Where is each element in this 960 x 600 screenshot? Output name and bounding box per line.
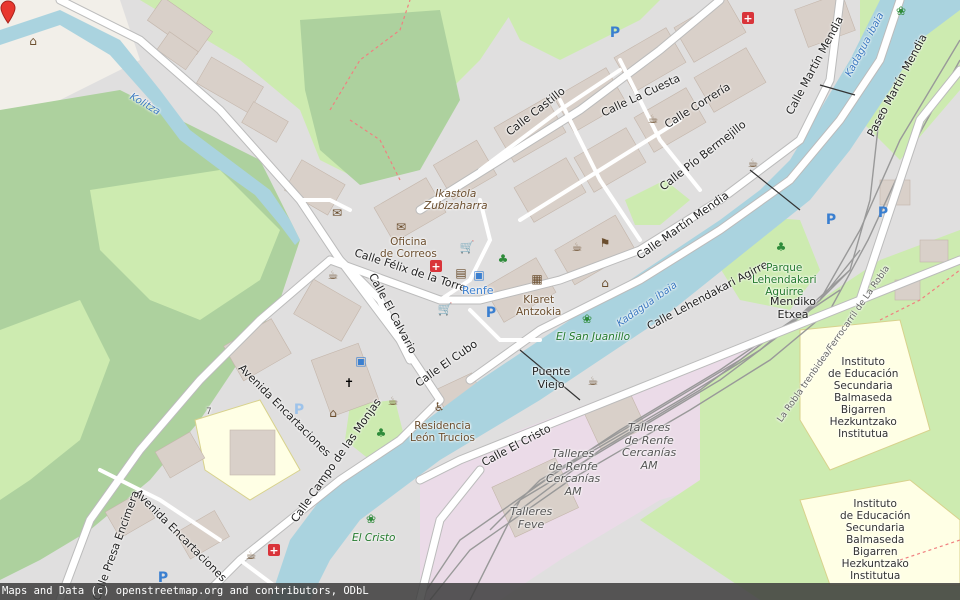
parking-icon[interactable]: P bbox=[876, 206, 890, 220]
theatre-icon[interactable]: ▦ bbox=[530, 272, 544, 286]
cafe-icon[interactable]: ☕ bbox=[386, 394, 400, 408]
post-office-label: Oficina de Correos bbox=[380, 236, 437, 261]
parking-icon[interactable]: P bbox=[484, 306, 498, 320]
church-icon[interactable]: ✝ bbox=[342, 376, 356, 390]
cafe-icon[interactable]: ☕ bbox=[570, 240, 584, 254]
cafe-icon[interactable]: ☕ bbox=[646, 112, 660, 126]
tourism-icon[interactable]: ⚑ bbox=[598, 236, 612, 250]
bus-stop-icon[interactable]: ▣ bbox=[354, 354, 368, 368]
cafe-icon[interactable]: ☕ bbox=[326, 268, 340, 282]
park-el-cristo-label: El Cristo bbox=[352, 532, 396, 544]
zoo-icon[interactable]: ❀ bbox=[580, 312, 594, 326]
pharmacy-icon[interactable]: + bbox=[268, 544, 280, 556]
house-number-label: 7 bbox=[206, 407, 212, 417]
town-hall-icon[interactable]: ⌂ bbox=[326, 406, 340, 420]
care-home-icon[interactable]: ♿ bbox=[432, 400, 446, 414]
talleres-renfe-label-1: Talleres de Renfe Cercanías AM bbox=[622, 421, 677, 472]
bus-stop-icon[interactable]: ▣ bbox=[472, 268, 486, 282]
mendiko-etxea-label: Mendiko Etxea bbox=[770, 295, 816, 321]
school-2-label: Instituto de Educación Secundaria Balmas… bbox=[840, 498, 911, 583]
talleres-feve-label: Talleres Feve bbox=[510, 505, 553, 531]
town-hall-icon[interactable]: ⌂ bbox=[598, 276, 612, 290]
pharmacy-icon[interactable]: + bbox=[430, 260, 442, 272]
map-attribution: Maps and Data (c) openstreetmap.org and … bbox=[0, 583, 960, 600]
post-office-icon[interactable]: ✉ bbox=[330, 206, 344, 220]
parking-icon[interactable]: P bbox=[824, 213, 838, 227]
shelter-icon[interactable]: ⌂ bbox=[26, 34, 40, 48]
map-base-layer bbox=[0, 0, 960, 600]
puente-viejo-label: Puente Viejo bbox=[532, 365, 571, 391]
park-icon[interactable]: ♣ bbox=[496, 252, 510, 266]
cafe-icon[interactable]: ☕ bbox=[244, 548, 258, 562]
cafe-icon[interactable]: ☕ bbox=[746, 156, 760, 170]
renfe-label: Renfe bbox=[462, 284, 494, 297]
talleres-renfe-label-2: Talleres de Renfe Cercanías AM bbox=[546, 447, 601, 498]
ikastola-label: Ikastola Zubizaharra bbox=[424, 188, 488, 213]
parking-icon[interactable]: P bbox=[292, 403, 306, 417]
park-icon[interactable]: ♣ bbox=[774, 240, 788, 254]
parking-icon[interactable]: P bbox=[608, 26, 622, 40]
post-office-icon[interactable]: ✉ bbox=[394, 220, 408, 234]
park-lehendakari-label: Parque Lehendakari Aguirre bbox=[752, 262, 817, 299]
zoo-icon[interactable]: ❀ bbox=[894, 4, 908, 18]
pharmacy-icon[interactable]: + bbox=[742, 12, 754, 24]
theatre-icon[interactable]: ▤ bbox=[454, 266, 468, 280]
map-canvas[interactable]: Calle Castillo Calle La Cuesta Calle Cor… bbox=[0, 0, 960, 600]
shop-icon[interactable]: 🛒 bbox=[460, 240, 475, 254]
school-1-label: Instituto de Educación Secundaria Balmas… bbox=[828, 356, 899, 441]
park-icon[interactable]: ♣ bbox=[374, 426, 388, 440]
shop-icon[interactable]: 🛒 bbox=[438, 302, 453, 316]
klaret-label: Klaret Antzokia bbox=[516, 294, 562, 319]
cafe-icon[interactable]: ☕ bbox=[586, 374, 600, 388]
location-marker-icon[interactable] bbox=[0, 0, 16, 24]
residencia-label: Residencia León Trucios bbox=[410, 420, 475, 445]
park-san-juanillo-label: El San Juanillo bbox=[556, 331, 630, 343]
zoo-icon[interactable]: ❀ bbox=[364, 512, 378, 526]
